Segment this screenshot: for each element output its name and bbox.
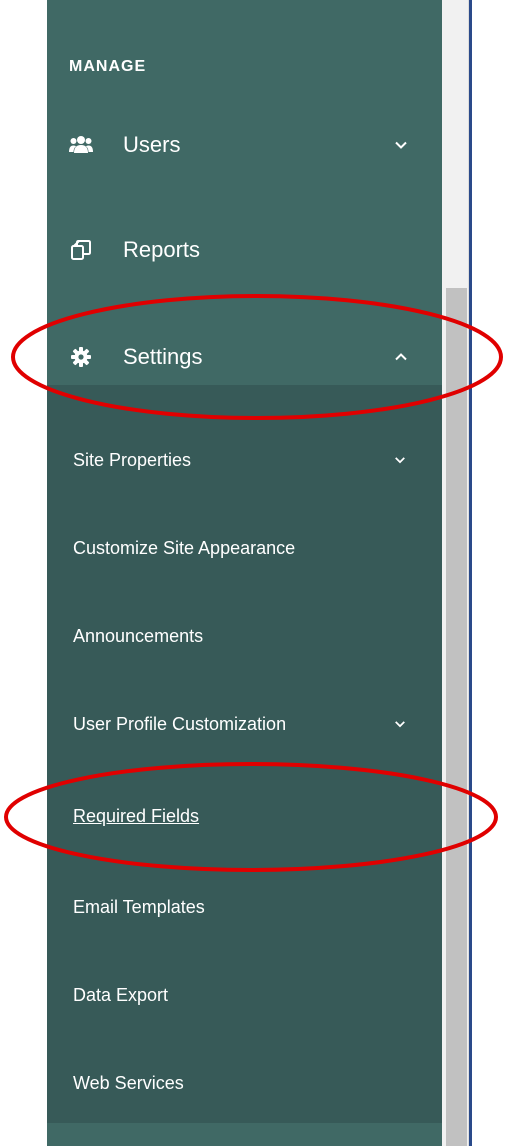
submenu-item-label: Web Services: [73, 1072, 184, 1093]
gear-icon: [69, 345, 93, 369]
submenu-item-label: Data Export: [73, 984, 169, 1005]
submenu-item-label: Announcements: [73, 625, 204, 646]
nav-item-settings-label: Settings: [123, 344, 203, 369]
scrollbar-thumb[interactable]: [446, 288, 467, 1146]
submenu-item-label: Required Fields: [73, 805, 200, 826]
chevron-down-icon: [393, 717, 407, 731]
submenu-item-user-profile-customization[interactable]: User Profile Customization: [47, 699, 442, 749]
chevron-down-icon: [393, 137, 409, 153]
page: MANAGE Users Reports Settings Site Prope…: [0, 0, 505, 1146]
chevron-up-icon: [393, 349, 409, 365]
nav-item-reports[interactable]: Reports: [47, 220, 442, 280]
submenu-item-label: User Profile Customization: [73, 713, 287, 734]
reports-icon: [69, 238, 93, 262]
submenu-item-customize-site-appearance[interactable]: Customize Site Appearance: [47, 523, 442, 573]
submenu-item-web-services[interactable]: Web Services: [47, 1058, 442, 1108]
main-content-area: [472, 0, 505, 1146]
submenu-item-email-templates[interactable]: Email Templates: [47, 882, 442, 932]
chevron-down-icon: [393, 453, 407, 467]
section-label-manage: MANAGE: [69, 58, 147, 75]
nav-item-users-label: Users: [123, 132, 181, 157]
submenu-item-required-fields[interactable]: Required Fields: [47, 791, 442, 841]
submenu-item-announcements[interactable]: Announcements: [47, 611, 442, 661]
nav-item-settings[interactable]: Settings: [47, 327, 442, 387]
submenu-item-site-properties[interactable]: Site Properties: [47, 435, 442, 485]
nav-item-reports-label: Reports: [123, 237, 201, 262]
submenu-item-label: Email Templates: [73, 896, 205, 917]
submenu-item-data-export[interactable]: Data Export: [47, 970, 442, 1020]
users-icon: [69, 133, 93, 157]
settings-submenu: Site Properties Customize Site Appearanc…: [47, 385, 442, 1123]
submenu-item-label: Customize Site Appearance: [73, 537, 296, 558]
sidebar: MANAGE Users Reports Settings Site Prope…: [47, 0, 442, 1146]
nav-item-users[interactable]: Users: [47, 115, 442, 175]
submenu-item-label: Site Properties: [73, 449, 192, 470]
sidebar-footer: [47, 1123, 442, 1146]
